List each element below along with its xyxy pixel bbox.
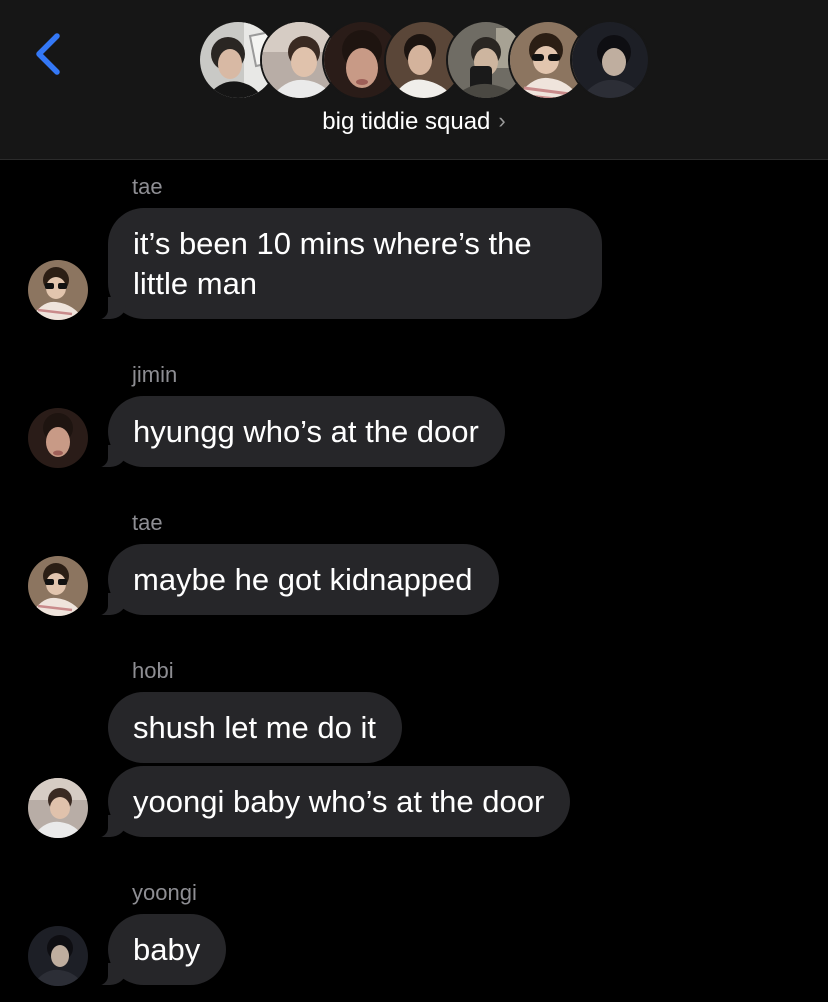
group-name-button[interactable]: big tiddie squad › <box>0 108 828 136</box>
chevron-left-icon <box>36 33 60 75</box>
message-bubble[interactable]: hyungg who’s at the door <box>94 396 505 468</box>
sender-label-tae: tae <box>132 174 163 199</box>
message-bubble[interactable]: baby <box>93 914 227 986</box>
group-name-label: big tiddie squad <box>322 108 491 135</box>
back-button[interactable] <box>28 28 68 78</box>
message-text: shush let me do it <box>133 710 376 745</box>
message-bubble[interactable]: yoongi baby who’s at the door <box>93 766 571 838</box>
avatar-yoongi[interactable] <box>28 926 88 986</box>
message-bubble[interactable]: it’s been 10 mins where’s the little man <box>94 208 602 320</box>
message-text: baby <box>133 932 201 967</box>
avatar-jimin[interactable] <box>28 408 88 468</box>
message-text: yoongi baby who’s at the door <box>133 784 545 819</box>
group-avatars[interactable] <box>198 20 650 102</box>
message-bubble[interactable]: maybe he got kidnapped <box>94 544 499 616</box>
sender-label-jimin: jimin <box>132 362 178 387</box>
avatar-tae[interactable] <box>28 556 88 616</box>
member-avatar-yoongi <box>570 20 650 100</box>
sender-label-tae: tae <box>132 510 163 535</box>
chat-header: big tiddie squad › <box>0 0 828 160</box>
avatar-hobi[interactable] <box>28 778 88 838</box>
message-bubble[interactable]: shush let me do it <box>108 692 402 763</box>
message-text: hyungg who’s at the door <box>133 414 479 449</box>
chevron-right-icon: › <box>498 108 506 133</box>
sender-label-hobi: hobi <box>132 658 174 683</box>
message-text: maybe he got kidnapped <box>133 562 473 597</box>
avatar-tae[interactable] <box>28 260 88 320</box>
sender-label-yoongi: yoongi <box>132 880 197 905</box>
message-text: it’s been 10 mins where’s the little man <box>133 226 532 301</box>
